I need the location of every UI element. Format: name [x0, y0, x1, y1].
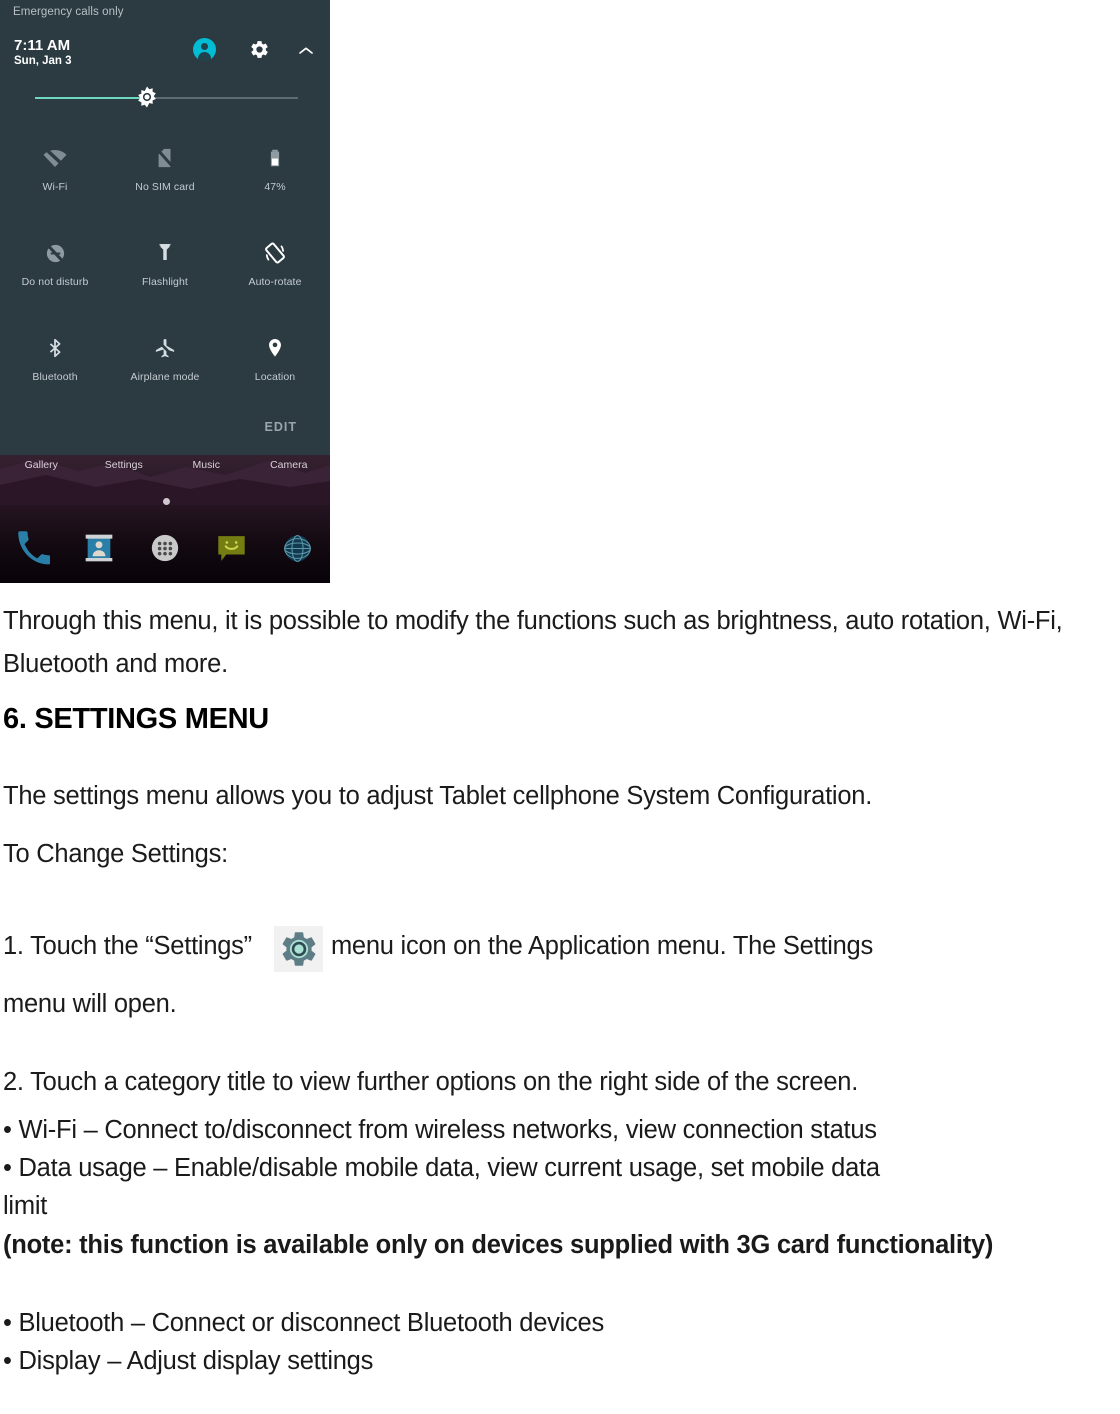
tile-do-not-disturb[interactable]: Do not disturb: [0, 235, 110, 330]
bullet-data-usage-line1: • Data usage – Enable/disable mobile dat…: [3, 1154, 880, 1182]
home-dock: [0, 518, 330, 578]
device-screenshot-image: Emergency calls only 7:11 AM Sun, Jan 3: [0, 0, 330, 583]
tile-label: Flashlight: [142, 276, 188, 288]
tile-battery[interactable]: 47%: [220, 140, 330, 235]
settings-gear-icon: [273, 926, 323, 973]
tile-airplane-mode[interactable]: Airplane mode: [110, 330, 220, 425]
bluetooth-icon: [0, 330, 110, 366]
sim-card-off-icon: [110, 140, 220, 176]
phone-icon[interactable]: [0, 531, 66, 565]
bullet-wifi: • Wi-Fi – Connect to/disconnect from wir…: [3, 1116, 877, 1144]
tile-auto-rotate[interactable]: Auto-rotate: [220, 235, 330, 330]
tile-location[interactable]: Location: [220, 330, 330, 425]
tile-flashlight[interactable]: Flashlight: [110, 235, 220, 330]
page-indicator-dot: [163, 498, 170, 505]
brightness-slider[interactable]: [35, 86, 298, 108]
step-1-paragraph: 1. Touch the “Settings” menu icon on the…: [3, 925, 1117, 973]
step-2-paragraph: 2. Touch a category title to view furthe…: [3, 1068, 859, 1096]
section-heading: 6. SETTINGS MENU: [3, 703, 269, 735]
tile-sim-card[interactable]: No SIM card: [110, 140, 220, 235]
step-1-continuation: menu will open.: [3, 990, 177, 1018]
do-not-disturb-icon: [0, 235, 110, 271]
flashlight-icon: [110, 235, 220, 271]
settings-menu-paragraph: The settings menu allows you to adjust T…: [3, 782, 873, 810]
bullet-data-usage-line2: limit: [3, 1192, 48, 1220]
clock-time: 7:11 AM: [14, 37, 71, 54]
home-app-labels: Gallery Settings Music Camera: [0, 459, 330, 471]
note-3g-card: (note: this function is available only o…: [3, 1231, 994, 1259]
tile-wifi[interactable]: Wi-Fi: [0, 140, 110, 235]
auto-rotate-icon: [220, 235, 330, 271]
tile-label: No SIM card: [135, 181, 195, 193]
chevron-up-icon[interactable]: [298, 43, 314, 54]
step-1-text-after: menu icon on the Application menu. The S…: [330, 932, 873, 960]
intro-paragraph: Through this menu, it is possible to mod…: [3, 607, 1063, 678]
app-label-gallery[interactable]: Gallery: [0, 459, 83, 471]
user-avatar-icon[interactable]: [193, 38, 216, 61]
step-1-text-before: 1. Touch the “Settings”: [3, 932, 252, 960]
battery-icon: [220, 140, 330, 176]
contacts-icon[interactable]: [66, 532, 132, 564]
quick-settings-tiles: Wi-Fi No SIM card 47% Do not disturb Fla…: [0, 140, 330, 425]
bullet-display: • Display – Adjust display settings: [3, 1347, 374, 1375]
messaging-icon[interactable]: [198, 532, 264, 565]
tile-row-1: Wi-Fi No SIM card 47%: [0, 140, 330, 235]
app-label-settings[interactable]: Settings: [83, 459, 166, 471]
tile-row-3: Bluetooth Airplane mode Location: [0, 330, 330, 425]
app-label-camera[interactable]: Camera: [248, 459, 331, 471]
tile-label: Bluetooth: [32, 371, 78, 383]
edit-button[interactable]: EDIT: [265, 420, 297, 434]
clock-date: Sun, Jan 3: [14, 55, 72, 67]
carrier-status-text: Emergency calls only: [13, 6, 124, 18]
brightness-sun-icon[interactable]: [135, 85, 159, 109]
tile-label: Auto-rotate: [248, 276, 302, 288]
bullet-data-usage: • Data usage – Enable/disable mobile dat…: [3, 1149, 1117, 1225]
tile-label: Do not disturb: [21, 276, 89, 288]
to-change-settings-paragraph: To Change Settings:: [3, 840, 228, 868]
shade-header-icons: [193, 38, 313, 64]
tile-label: Wi-Fi: [42, 181, 68, 193]
tile-label: Airplane mode: [130, 371, 200, 383]
app-label-music[interactable]: Music: [165, 459, 248, 471]
location-pin-icon: [220, 330, 330, 366]
gear-icon[interactable]: [249, 39, 270, 60]
tile-bluetooth[interactable]: Bluetooth: [0, 330, 110, 425]
tile-label: Location: [254, 371, 296, 383]
browser-icon[interactable]: [264, 532, 330, 565]
tile-label: 47%: [264, 181, 286, 193]
tile-row-2: Do not disturb Flashlight Auto-rotate: [0, 235, 330, 330]
airplane-mode-icon: [110, 330, 220, 366]
bullet-bluetooth: • Bluetooth – Connect or disconnect Blue…: [3, 1309, 604, 1337]
wifi-off-icon: [0, 140, 110, 176]
app-drawer-icon[interactable]: [132, 531, 198, 565]
status-clock: 7:11 AM Sun, Jan 3: [14, 38, 72, 68]
brightness-fill: [35, 97, 146, 99]
